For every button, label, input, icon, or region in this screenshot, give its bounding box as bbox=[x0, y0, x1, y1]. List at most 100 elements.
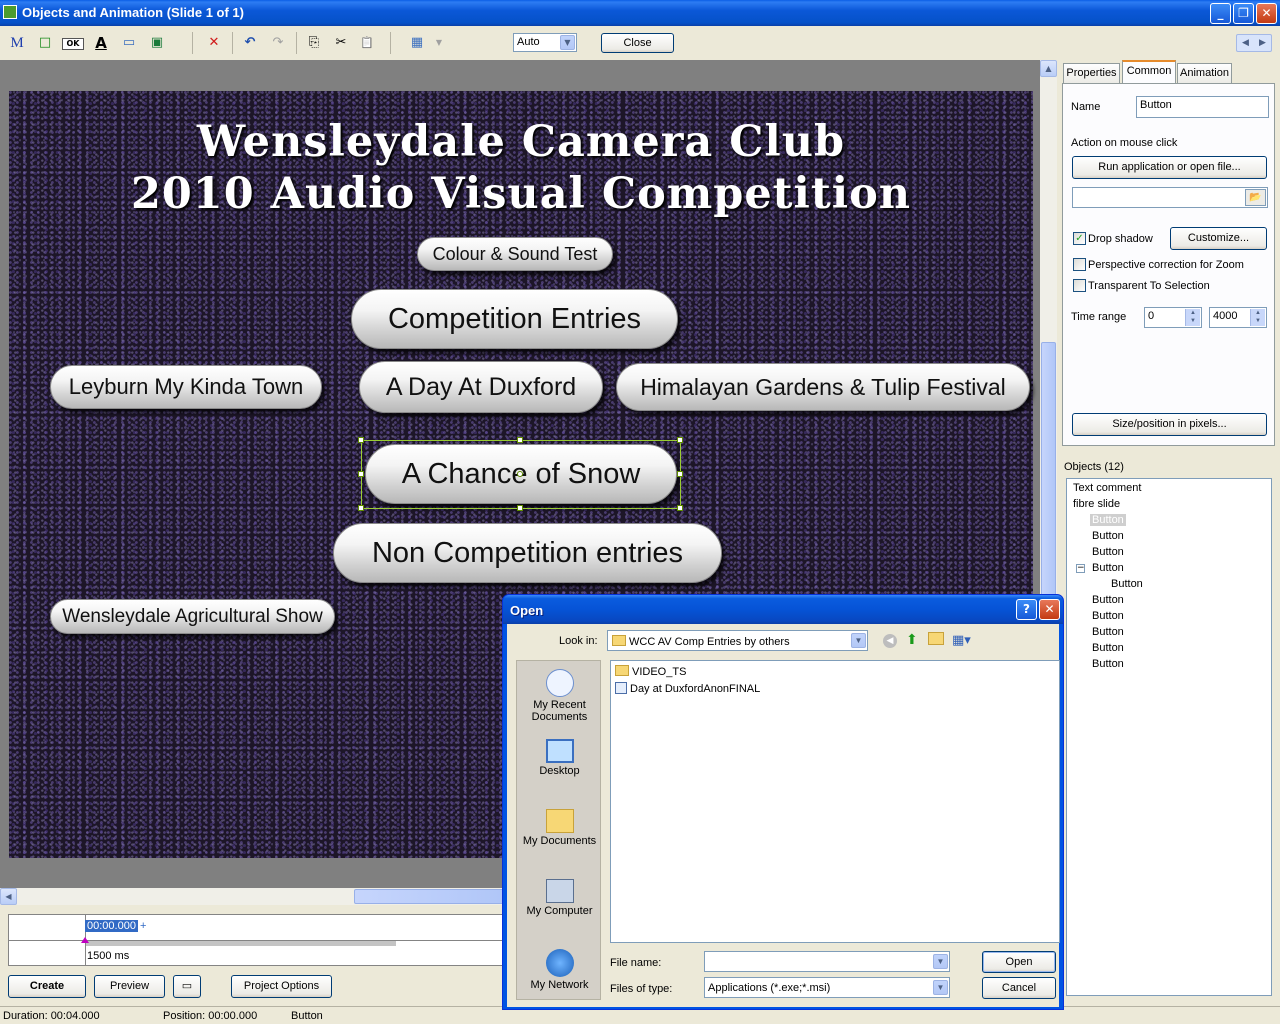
resize-handle[interactable] bbox=[358, 471, 364, 477]
tree-item-button[interactable]: Button bbox=[1092, 658, 1124, 670]
cancel-button[interactable]: Cancel bbox=[982, 977, 1056, 999]
colour-sound-test-button[interactable]: Colour & Sound Test bbox=[417, 237, 613, 271]
resize-handle[interactable] bbox=[358, 505, 364, 511]
day-at-duxford-button[interactable]: A Day At Duxford bbox=[359, 361, 603, 413]
time-to-spinner-icon[interactable]: ▲ ▼ bbox=[1250, 309, 1265, 326]
customize-button[interactable]: Customize... bbox=[1170, 227, 1267, 250]
place-my-computer[interactable]: My Computer bbox=[517, 879, 602, 917]
chevron-down-icon[interactable]: ▼ bbox=[851, 633, 866, 648]
timeline-position[interactable]: 00:00.000 bbox=[85, 920, 138, 932]
add-text-icon[interactable]: M bbox=[8, 34, 26, 52]
look-in-select[interactable]: WCC AV Comp Entries by others ▼ bbox=[607, 630, 868, 651]
tree-item-button[interactable]: Button bbox=[1092, 626, 1124, 638]
help-button[interactable]: ? bbox=[1016, 599, 1037, 620]
tree-item-button[interactable]: Button bbox=[1092, 594, 1124, 606]
copy-icon[interactable]: ⎘ bbox=[305, 34, 323, 52]
tree-item-button-child[interactable]: Button bbox=[1111, 578, 1143, 590]
chevron-down-icon[interactable]: ▼ bbox=[933, 980, 948, 995]
chevron-down-icon[interactable]: ▼ bbox=[933, 954, 948, 969]
grid-icon[interactable]: ▦ bbox=[408, 34, 426, 52]
tree-item-text-comment[interactable]: Text comment bbox=[1073, 482, 1141, 494]
place-recent[interactable]: My Recent Documents bbox=[517, 669, 602, 723]
time-from-spinner-icon[interactable]: ▲ ▼ bbox=[1185, 309, 1200, 326]
leyburn-button[interactable]: Leyburn My Kinda Town bbox=[50, 365, 322, 409]
scroll-up-icon[interactable]: ▲ bbox=[1040, 60, 1057, 77]
perspective-checkbox[interactable] bbox=[1073, 258, 1086, 271]
timeline[interactable] bbox=[8, 914, 504, 966]
prev-slide-icon[interactable]: ◀ bbox=[1237, 35, 1254, 51]
agricultural-show-button[interactable]: Wensleydale Agricultural Show bbox=[50, 599, 335, 634]
tree-item-button[interactable]: Button bbox=[1092, 610, 1124, 622]
add-keyframe-icon[interactable]: + bbox=[140, 920, 146, 932]
tree-item-fibre-slide[interactable]: fibre slide bbox=[1073, 498, 1120, 510]
file-item-folder[interactable]: VIDEO_TS bbox=[615, 665, 686, 678]
resize-handle[interactable] bbox=[517, 505, 523, 511]
add-rectangle-icon[interactable]: □ bbox=[36, 34, 54, 52]
redo-icon[interactable]: ↷ bbox=[269, 34, 287, 52]
add-button-icon[interactable]: OK bbox=[62, 38, 84, 50]
time-to-field[interactable]: 4000 ▲ ▼ bbox=[1209, 307, 1267, 328]
preview-button[interactable]: Preview bbox=[94, 975, 165, 998]
undo-icon[interactable]: ↶ bbox=[241, 34, 259, 52]
file-type-select[interactable]: Applications (*.exe;*.msi) ▼ bbox=[704, 977, 950, 998]
size-position-button[interactable]: Size/position in pixels... bbox=[1072, 413, 1267, 436]
grid-dropdown-icon[interactable]: ▼ bbox=[430, 34, 448, 52]
add-frame-icon[interactable]: ▭ bbox=[120, 34, 138, 52]
drop-shadow-checkbox[interactable]: ✓ bbox=[1073, 232, 1086, 245]
new-folder-icon[interactable] bbox=[928, 632, 944, 645]
tree-item-button-selected[interactable]: Button bbox=[1090, 514, 1126, 526]
file-list[interactable]: VIDEO_TS Day at DuxfordAnonFINAL bbox=[610, 660, 1060, 943]
delete-icon[interactable]: ✕ bbox=[205, 34, 223, 52]
close-window-button[interactable]: ✕ bbox=[1256, 3, 1277, 24]
maximize-button[interactable]: ❐ bbox=[1233, 3, 1254, 24]
transparent-checkbox[interactable] bbox=[1073, 279, 1086, 292]
horizontal-scroll-thumb[interactable] bbox=[354, 889, 504, 904]
non-competition-entries-button[interactable]: Non Competition entries bbox=[333, 523, 722, 583]
close-button[interactable]: Close bbox=[601, 33, 674, 53]
view-menu-icon[interactable]: ▦▾ bbox=[952, 633, 971, 648]
place-my-documents[interactable]: My Documents bbox=[517, 809, 602, 847]
playhead-marker-icon[interactable] bbox=[81, 937, 89, 943]
tree-item-button[interactable]: Button bbox=[1092, 562, 1124, 574]
paste-icon[interactable]: 📋 bbox=[358, 34, 376, 52]
tree-item-button[interactable]: Button bbox=[1092, 530, 1124, 542]
back-icon[interactable]: ◀ bbox=[883, 634, 897, 648]
time-from-field[interactable]: 0 ▲ ▼ bbox=[1144, 307, 1202, 328]
resize-handle[interactable] bbox=[517, 437, 523, 443]
chevron-down-icon[interactable]: ▼ bbox=[560, 35, 575, 50]
rotate-handle[interactable] bbox=[517, 471, 523, 477]
add-image-icon[interactable]: ▣ bbox=[148, 34, 166, 52]
scroll-left-icon[interactable]: ◀ bbox=[0, 888, 17, 905]
tab-properties[interactable]: Properties bbox=[1063, 63, 1120, 83]
create-button[interactable]: Create bbox=[8, 975, 86, 998]
file-name-input[interactable]: ▼ bbox=[704, 951, 950, 972]
competition-entries-button[interactable]: Competition Entries bbox=[351, 289, 678, 349]
cut-icon[interactable]: ✂ bbox=[332, 34, 350, 52]
name-field[interactable]: Button bbox=[1136, 96, 1269, 118]
resize-handle[interactable] bbox=[677, 471, 683, 477]
place-desktop[interactable]: Desktop bbox=[517, 739, 602, 777]
himalayan-gardens-button[interactable]: Himalayan Gardens & Tulip Festival bbox=[616, 363, 1030, 411]
tree-item-button[interactable]: Button bbox=[1092, 546, 1124, 558]
zoom-select[interactable]: Auto ▼ bbox=[513, 33, 577, 52]
minimize-button[interactable]: _ bbox=[1210, 3, 1231, 24]
file-item-app[interactable]: Day at DuxfordAnonFINAL bbox=[615, 682, 760, 695]
next-slide-icon[interactable]: ▶ bbox=[1254, 35, 1271, 51]
collapse-icon[interactable]: − bbox=[1076, 564, 1085, 573]
slide-title-line2[interactable]: 2010 Audio Visual Competition bbox=[9, 169, 1033, 219]
up-folder-icon[interactable]: ⬆ bbox=[906, 632, 918, 648]
tab-animation[interactable]: Animation bbox=[1177, 63, 1232, 83]
resize-handle[interactable] bbox=[358, 437, 364, 443]
run-application-button[interactable]: Run application or open file... bbox=[1072, 156, 1267, 179]
file-path-field[interactable] bbox=[1072, 187, 1268, 208]
browse-folder-icon[interactable]: 📂 bbox=[1245, 189, 1266, 206]
tree-item-button[interactable]: Button bbox=[1092, 642, 1124, 654]
resize-handle[interactable] bbox=[677, 437, 683, 443]
project-options-button[interactable]: Project Options bbox=[231, 975, 332, 998]
dialog-close-button[interactable]: ✕ bbox=[1039, 599, 1060, 620]
slide-title-line1[interactable]: Wensleydale Camera Club bbox=[9, 117, 1033, 167]
window-toggle-button[interactable]: ▭ bbox=[173, 975, 201, 998]
open-button[interactable]: Open bbox=[982, 951, 1056, 973]
place-my-network[interactable]: My Network bbox=[517, 949, 602, 991]
resize-handle[interactable] bbox=[677, 505, 683, 511]
